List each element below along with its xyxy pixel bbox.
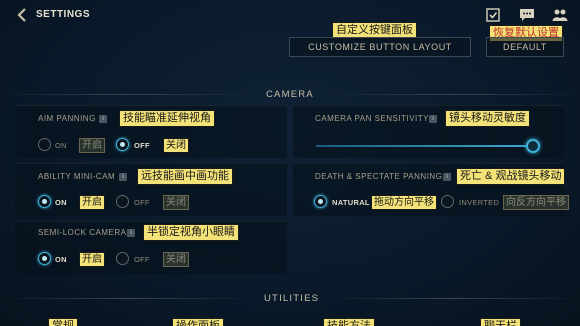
utilities-tag-chat: 聊天栏: [480, 318, 521, 326]
ability-minicam-on-label: ON: [55, 198, 67, 207]
friends-icon[interactable]: [552, 8, 568, 22]
aim-panning-off-radio[interactable]: [116, 138, 129, 151]
death-panning-inverted-radio[interactable]: [441, 195, 454, 208]
death-panning-label: DEATH & SPECTATE PANNING: [315, 172, 443, 181]
back-chevron-icon[interactable]: [14, 7, 30, 23]
utilities-tag-general: 常规: [48, 318, 78, 326]
aim-panning-off-cn: 关闭: [163, 138, 189, 153]
info-icon[interactable]: i: [99, 115, 107, 123]
death-panning-natural-cn: 拖动方向平移: [371, 195, 437, 210]
death-panning-cn-label: 死亡 & 观战镜头移动: [456, 168, 566, 185]
info-icon[interactable]: i: [127, 229, 135, 237]
death-panning-natural-radio[interactable]: [314, 195, 327, 208]
utilities-tag-control-panel: 操作面板: [172, 318, 224, 326]
death-panning-inverted-label: INVERTED: [459, 198, 500, 207]
info-icon[interactable]: i: [119, 173, 127, 181]
pan-sensitivity-slider-track[interactable]: [316, 145, 534, 147]
semi-lock-off-cn: 关闭: [163, 252, 189, 267]
ability-minicam-off-cn: 关闭: [163, 195, 189, 210]
missions-icon[interactable]: [485, 8, 501, 22]
semi-lock-label: SEMI-LOCK CAMERA: [38, 228, 127, 237]
aim-panning-on-radio[interactable]: [38, 138, 51, 151]
section-divider-left: [0, 298, 255, 299]
utilities-section-title: UTILITIES: [264, 293, 320, 304]
camera-section-title: CAMERA: [266, 89, 314, 100]
ability-minicam-on-radio[interactable]: [38, 195, 51, 208]
pan-sensitivity-label: CAMERA PAN SENSITIVITY: [315, 114, 429, 123]
section-divider-left: [0, 94, 255, 95]
death-panning-natural-label: NATURAL: [332, 198, 370, 207]
aim-panning-off-label: OFF: [134, 141, 150, 150]
semi-lock-off-label: OFF: [134, 255, 150, 264]
ability-minicam-off-label: OFF: [134, 198, 150, 207]
section-divider-right: [325, 298, 580, 299]
aim-panning-on-cn: 开启: [79, 138, 105, 153]
page-title: SETTINGS: [36, 9, 91, 20]
aim-panning-label: AIM PANNING: [38, 114, 96, 123]
semi-lock-off-radio[interactable]: [116, 252, 129, 265]
death-panning-inverted-cn: 向反方向平移: [503, 195, 569, 210]
pan-sensitivity-slider-knob[interactable]: [526, 139, 540, 153]
ability-minicam-on-cn: 开启: [79, 195, 105, 210]
ability-minicam-off-radio[interactable]: [116, 195, 129, 208]
pan-sensitivity-cn-label: 镜头移动灵敏度: [445, 110, 530, 127]
aim-panning-on-label: ON: [55, 141, 67, 150]
semi-lock-on-cn: 开启: [79, 252, 105, 267]
ability-minicam-cn-label: 远技能画中画功能: [137, 168, 233, 185]
aim-panning-cn-label: 技能瞄准延伸视角: [119, 110, 215, 127]
semi-lock-cn-label: 半锁定视角小眼睛: [143, 224, 239, 241]
chat-icon[interactable]: [519, 8, 535, 22]
ability-minicam-label: ABILITY MINI-CAM: [38, 172, 116, 181]
default-button[interactable]: DEFAULT: [486, 37, 564, 57]
customize-button-layout-button[interactable]: CUSTOMIZE BUTTON LAYOUT: [289, 37, 471, 57]
semi-lock-on-radio[interactable]: [38, 252, 51, 265]
section-divider-right: [325, 94, 580, 95]
info-icon[interactable]: i: [443, 173, 451, 181]
semi-lock-on-label: ON: [55, 255, 67, 264]
info-icon[interactable]: i: [429, 115, 437, 123]
utilities-tag-skill-method: 技能方法: [323, 318, 375, 326]
